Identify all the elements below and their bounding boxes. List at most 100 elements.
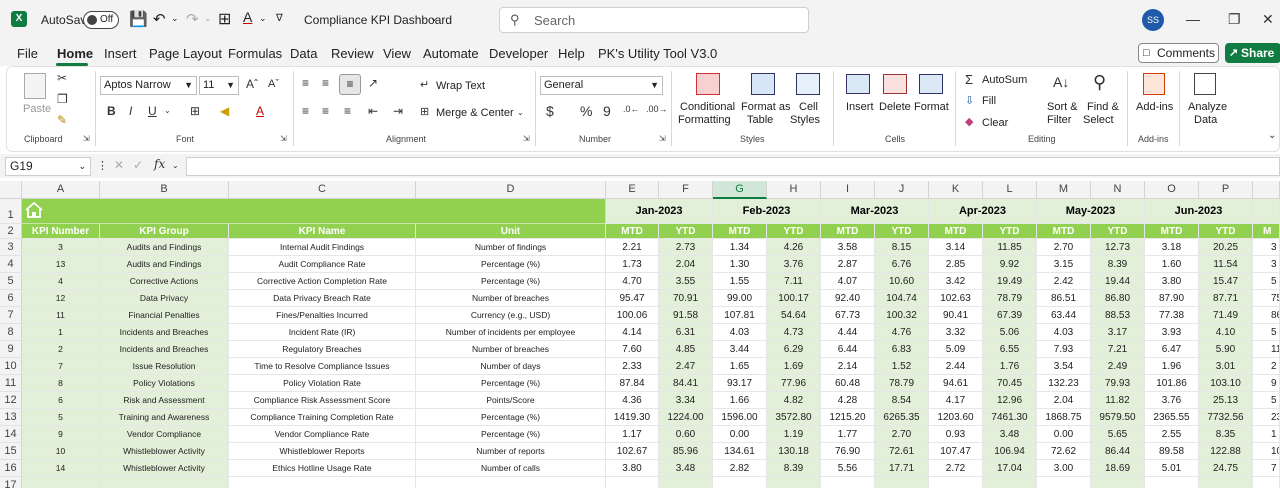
unit-cell[interactable]: Percentage (%) — [416, 375, 606, 392]
value-cell[interactable]: 3.76 — [767, 256, 821, 273]
value-cell[interactable]: 3.15 — [1037, 256, 1091, 273]
value-cell[interactable]: 2.85 — [929, 256, 983, 273]
kpi-group-cell[interactable]: Data Privacy — [100, 290, 229, 307]
kpi-name-cell[interactable]: Vendor Compliance Rate — [229, 426, 416, 443]
cell-styles-label-2[interactable]: Styles — [790, 114, 820, 126]
value-cell[interactable]: 7.21 — [1091, 341, 1145, 358]
column-header-i[interactable]: I — [821, 181, 875, 199]
value-cell[interactable]: 7461.30 — [983, 409, 1037, 426]
merge-dropdown-icon[interactable]: ⌄ — [517, 108, 524, 117]
empty-cell[interactable] — [713, 477, 767, 488]
kpi-name-cell[interactable]: Audit Compliance Rate — [229, 256, 416, 273]
value-cell[interactable]: 5.56 — [821, 460, 875, 477]
value-cell[interactable]: 1.60 — [1145, 256, 1199, 273]
value-cell-partial[interactable]: 5 — [1253, 324, 1280, 341]
cancel-edit-icon[interactable]: ✕ — [114, 158, 124, 172]
value-cell[interactable]: 25.13 — [1199, 392, 1253, 409]
value-cell[interactable]: 90.41 — [929, 307, 983, 324]
spreadsheet-grid[interactable]: A B C D E F G H I J K L M N O P 1 2 3 4 5 6 7 8 9 10 11 12 13 14 15 16 1… — [0, 181, 1280, 488]
kpi-group-cell[interactable]: Training and Awareness — [100, 409, 229, 426]
home-icon[interactable] — [25, 202, 43, 218]
value-cell[interactable]: 7732.56 — [1199, 409, 1253, 426]
orientation-icon[interactable]: ↗ — [368, 76, 378, 90]
format-table-label-2[interactable]: Table — [747, 114, 773, 126]
delete-cells-icon[interactable] — [883, 74, 907, 94]
value-cell[interactable]: 2.87 — [821, 256, 875, 273]
value-cell[interactable]: 8.35 — [1199, 426, 1253, 443]
comma-icon[interactable]: 9 — [603, 103, 611, 119]
value-cell[interactable]: 2.21 — [606, 239, 659, 256]
format-cells-button[interactable]: Format — [914, 101, 949, 113]
value-cell[interactable]: 88.53 — [1091, 307, 1145, 324]
fill-button[interactable]: Fill — [982, 95, 996, 107]
row-header-9[interactable]: 9 — [0, 341, 22, 358]
value-cell[interactable]: 107.47 — [929, 443, 983, 460]
insert-cells-icon[interactable] — [846, 74, 870, 94]
value-cell[interactable]: 87.71 — [1199, 290, 1253, 307]
delete-cells-button[interactable]: Delete — [879, 101, 911, 113]
tab-help[interactable]: Help — [558, 46, 585, 61]
value-cell[interactable]: 1.66 — [713, 392, 767, 409]
bold-icon[interactable]: B — [107, 104, 116, 118]
value-cell[interactable]: 3.42 — [929, 273, 983, 290]
empty-cell[interactable] — [821, 477, 875, 488]
conditional-label-1[interactable]: Conditional — [680, 101, 735, 113]
value-cell[interactable]: 3.17 — [1091, 324, 1145, 341]
column-header-l[interactable]: L — [983, 181, 1037, 199]
empty-cell[interactable] — [229, 477, 416, 488]
value-cell[interactable]: 4.85 — [659, 341, 713, 358]
tab-home[interactable]: Home — [57, 46, 93, 61]
align-right-icon[interactable]: ≡ — [344, 104, 351, 118]
number-launcher-icon[interactable]: ⇲ — [659, 134, 666, 143]
value-cell[interactable]: 3.93 — [1145, 324, 1199, 341]
empty-cell[interactable] — [1253, 477, 1280, 488]
value-cell[interactable]: 100.06 — [606, 307, 659, 324]
value-cell[interactable]: 70.45 — [983, 375, 1037, 392]
value-cell[interactable]: 60.48 — [821, 375, 875, 392]
share-button[interactable]: ↗ Share — [1225, 43, 1280, 63]
value-cell[interactable]: 71.49 — [1199, 307, 1253, 324]
value-cell[interactable]: 1.52 — [875, 358, 929, 375]
value-cell[interactable]: 101.86 — [1145, 375, 1199, 392]
value-cell-partial[interactable]: 5 — [1253, 273, 1280, 290]
kpi-number-cell[interactable]: 5 — [22, 409, 100, 426]
conditional-label-2[interactable]: Formatting — [678, 114, 731, 126]
unit-cell[interactable]: Points/Score — [416, 392, 606, 409]
value-cell[interactable]: 6.47 — [1145, 341, 1199, 358]
row-header-11[interactable]: 11 — [0, 375, 22, 392]
value-cell[interactable]: 0.00 — [713, 426, 767, 443]
column-header-a[interactable]: A — [22, 181, 100, 199]
column-header-b[interactable]: B — [100, 181, 229, 199]
merge-center-button[interactable]: Merge & Center — [436, 107, 514, 119]
cut-icon[interactable]: ✂ — [57, 71, 67, 85]
value-cell[interactable]: 2.04 — [1037, 392, 1091, 409]
unit-cell[interactable]: Number of reports — [416, 443, 606, 460]
kpi-number-cell[interactable]: 7 — [22, 358, 100, 375]
kpi-name-cell[interactable]: Regulatory Breaches — [229, 341, 416, 358]
kpi-number-cell[interactable]: 12 — [22, 290, 100, 307]
value-cell[interactable]: 99.00 — [713, 290, 767, 307]
empty-cell[interactable] — [875, 477, 929, 488]
value-cell-partial[interactable]: 2 — [1253, 358, 1280, 375]
value-cell[interactable]: 132.23 — [1037, 375, 1091, 392]
value-cell-partial[interactable]: 10 — [1253, 443, 1280, 460]
value-cell[interactable]: 8.39 — [767, 460, 821, 477]
value-cell[interactable]: 87.84 — [606, 375, 659, 392]
cell-styles-icon[interactable] — [796, 73, 820, 95]
underline-icon[interactable]: U — [148, 104, 157, 118]
kpi-group-cell[interactable]: Vendor Compliance — [100, 426, 229, 443]
value-cell[interactable]: 86.44 — [1091, 443, 1145, 460]
format-cells-icon[interactable] — [919, 74, 943, 94]
value-cell[interactable]: 7.60 — [606, 341, 659, 358]
paste-icon[interactable] — [24, 73, 46, 99]
undo-icon[interactable]: ↶ — [153, 10, 166, 28]
value-cell[interactable]: 1596.00 — [713, 409, 767, 426]
row-header-7[interactable]: 7 — [0, 307, 22, 324]
align-top-icon[interactable]: ≡ — [302, 76, 309, 90]
value-cell[interactable]: 1.30 — [713, 256, 767, 273]
value-cell[interactable]: 6.31 — [659, 324, 713, 341]
value-cell[interactable]: 4.73 — [767, 324, 821, 341]
fill-color-icon[interactable]: ◀ — [220, 104, 229, 118]
value-cell[interactable]: 4.07 — [821, 273, 875, 290]
value-cell[interactable]: 130.18 — [767, 443, 821, 460]
